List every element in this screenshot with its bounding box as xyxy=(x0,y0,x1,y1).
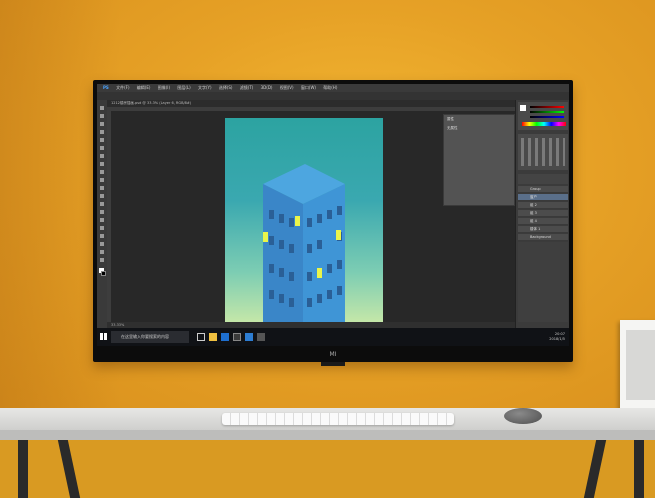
properties-panel: 属性 无属性 xyxy=(443,114,515,206)
picture-frame xyxy=(620,320,655,412)
menu-item[interactable]: 文件(F) xyxy=(116,85,129,90)
properties-subtitle: 无属性 xyxy=(447,126,458,130)
document-tab[interactable]: 1212楼房插画.psd @ 33.3% (Layer 6, RGB/8#) xyxy=(107,100,515,107)
app-icon[interactable] xyxy=(233,333,241,341)
taskbar-search-placeholder: 在这里输入你要搜索的内容 xyxy=(121,334,169,339)
taskbar-search-box[interactable]: 在这里输入你要搜索的内容 xyxy=(111,331,189,343)
zoom-tool-icon[interactable] xyxy=(100,258,104,262)
type-tool-icon[interactable] xyxy=(100,226,104,230)
move-tool-icon[interactable] xyxy=(100,106,104,110)
layer-row[interactable]: 窗户 xyxy=(518,194,568,201)
layer-name: 组 4 xyxy=(530,219,537,223)
layer-row[interactable]: 组 4 xyxy=(518,218,568,225)
marquee-tool-icon[interactable] xyxy=(100,114,104,118)
menu-item[interactable]: 编辑(E) xyxy=(137,85,151,90)
artboard-building-illustration[interactable] xyxy=(225,118,383,324)
layer-row[interactable]: Group xyxy=(518,186,568,193)
right-panels: Group 窗户 组 2 组 3 组 4 楼体 1 Background xyxy=(515,100,569,328)
layer-name: 窗户 xyxy=(530,195,537,199)
layer-row[interactable]: Background xyxy=(518,234,568,241)
background-color-swatch[interactable] xyxy=(101,271,106,276)
layer-name: 组 3 xyxy=(530,211,537,215)
keyboard xyxy=(222,413,454,425)
menu-item[interactable]: PS xyxy=(103,85,109,90)
file-explorer-icon[interactable] xyxy=(209,333,217,341)
healing-tool-icon[interactable] xyxy=(100,154,104,158)
eyedropper-tool-icon[interactable] xyxy=(100,146,104,150)
clock-date: 2018/1/5 xyxy=(549,337,565,341)
monitor-mount xyxy=(321,362,345,366)
menu-item[interactable]: 文字(Y) xyxy=(198,85,212,90)
brush-tool-icon[interactable] xyxy=(100,162,104,166)
lasso-tool-icon[interactable] xyxy=(100,122,104,126)
color-panel xyxy=(518,102,568,130)
below-desk-wall xyxy=(0,440,655,498)
building-illustration xyxy=(263,164,345,324)
windows-start-icon[interactable] xyxy=(100,333,107,340)
red-slider[interactable] xyxy=(530,106,564,108)
adjustment-icons[interactable] xyxy=(521,138,565,166)
desk-leg xyxy=(18,440,28,498)
green-slider[interactable] xyxy=(530,111,564,113)
dodge-tool-icon[interactable] xyxy=(100,210,104,214)
stamp-tool-icon[interactable] xyxy=(100,170,104,174)
monitor-brand-logo: MI xyxy=(329,351,337,358)
menu-item[interactable]: 图像(I) xyxy=(158,85,170,90)
hand-tool-icon[interactable] xyxy=(100,250,104,254)
layer-name: Background xyxy=(530,235,551,239)
pen-tool-icon[interactable] xyxy=(100,218,104,222)
menu-item[interactable]: 帮助(H) xyxy=(323,85,337,90)
monitor: PS 文件(F) 编辑(E) 图像(I) 图层(L) 文字(Y) 选择(S) 滤… xyxy=(93,80,573,362)
menu-item[interactable]: 窗口(W) xyxy=(301,85,316,90)
adjustments-panel xyxy=(518,134,568,170)
properties-title: 属性 xyxy=(447,117,454,121)
menu-item[interactable]: 3D(D) xyxy=(261,85,273,90)
eraser-tool-icon[interactable] xyxy=(100,186,104,190)
quick-select-tool-icon[interactable] xyxy=(100,130,104,134)
layers-panel-header xyxy=(518,174,568,184)
mouse xyxy=(504,408,542,424)
layer-name: Group xyxy=(530,187,541,191)
screen: PS 文件(F) 编辑(E) 图像(I) 图层(L) 文字(Y) 选择(S) 滤… xyxy=(97,84,569,346)
menu-item[interactable]: 图层(L) xyxy=(177,85,190,90)
desk-leg xyxy=(634,440,644,498)
shape-tool-icon[interactable] xyxy=(100,242,104,246)
task-view-icon[interactable] xyxy=(197,333,205,341)
layer-row[interactable]: 楼体 1 xyxy=(518,226,568,233)
crop-tool-icon[interactable] xyxy=(100,138,104,142)
left-ruler xyxy=(107,107,111,322)
framed-photo xyxy=(626,330,655,400)
menu-item[interactable]: 视图(V) xyxy=(280,85,294,90)
layer-name: 楼体 1 xyxy=(530,227,541,231)
zoom-level: 33.33% xyxy=(111,323,125,327)
photoshop-menubar: PS 文件(F) 编辑(E) 图像(I) 图层(L) 文字(Y) 选择(S) 滤… xyxy=(97,84,569,92)
blur-tool-icon[interactable] xyxy=(100,202,104,206)
blue-slider[interactable] xyxy=(530,116,564,118)
browser-icon[interactable] xyxy=(245,333,253,341)
document-tab-title: 1212楼房插画.psd @ 33.3% (Layer 6, RGB/8#) xyxy=(111,101,192,105)
tools-panel xyxy=(97,100,107,328)
path-select-tool-icon[interactable] xyxy=(100,234,104,238)
layer-row[interactable]: 组 2 xyxy=(518,202,568,209)
top-ruler xyxy=(107,107,515,111)
history-brush-tool-icon[interactable] xyxy=(100,178,104,182)
menu-item[interactable]: 滤镜(T) xyxy=(240,85,254,90)
layer-name: 组 2 xyxy=(530,203,537,207)
desk-edge xyxy=(0,430,655,440)
fg-color-chip[interactable] xyxy=(520,105,526,111)
layers-empty-area xyxy=(518,242,568,322)
gradient-tool-icon[interactable] xyxy=(100,194,104,198)
windows-taskbar: 在这里输入你要搜索的内容 20:07 2018/1/5 xyxy=(97,328,569,346)
spectrum-bar[interactable] xyxy=(522,122,566,126)
layer-row[interactable]: 组 3 xyxy=(518,210,568,217)
app-icon[interactable] xyxy=(257,333,265,341)
photoshop-taskbar-icon[interactable] xyxy=(221,333,229,341)
system-tray-clock[interactable]: 20:07 2018/1/5 xyxy=(549,332,565,342)
menu-item[interactable]: 选择(S) xyxy=(219,85,233,90)
